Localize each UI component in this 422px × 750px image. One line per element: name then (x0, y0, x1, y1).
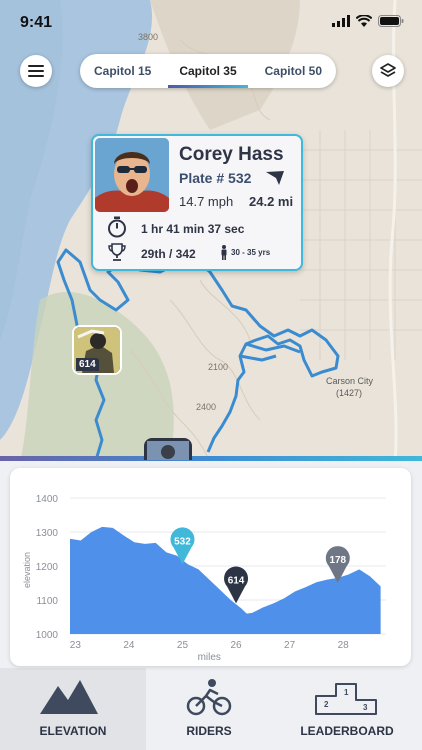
tab-leaderboard-label: LEADERBOARD (300, 724, 394, 738)
rider-pin-label: 178 (329, 555, 346, 566)
cyclist-icon (186, 679, 232, 716)
stopwatch-icon (108, 216, 126, 238)
menu-button[interactable] (20, 55, 52, 87)
y-tick-label: 1400 (36, 494, 59, 505)
rider-pin-label: 532 (174, 536, 191, 547)
bottom-tab-bar: ELEVATION RIDERS 1 2 3 LEADERBOARD (0, 668, 422, 750)
podium-second: 2 (324, 700, 329, 709)
tab-riders-label: RIDERS (186, 724, 232, 738)
podium-icon: 1 2 3 (315, 683, 377, 715)
x-tick-label: 23 (70, 640, 82, 651)
map-label: 2100 (208, 362, 228, 372)
y-tick-label: 1200 (36, 562, 59, 573)
map-layers-button[interactable] (372, 55, 404, 87)
tab-elevation[interactable]: ELEVATION (0, 668, 146, 750)
map-label: 2400 (196, 402, 216, 412)
x-axis-label: miles (198, 652, 221, 663)
x-tick-label: 24 (123, 640, 135, 651)
race-selector[interactable]: Capitol 15 Capitol 35 Capitol 50 (80, 54, 336, 88)
tab-riders[interactable]: RIDERS (146, 668, 272, 750)
y-tick-label: 1300 (36, 528, 59, 539)
tab-leaderboard[interactable]: 1 2 3 LEADERBOARD (272, 668, 422, 750)
rider-name: Corey Hass (179, 144, 284, 165)
tab-capitol-35[interactable]: Capitol 35 (175, 64, 240, 78)
status-bar: 9:41 (0, 0, 422, 44)
rider-map-marker[interactable]: 614 (72, 325, 122, 375)
x-tick-label: 28 (338, 640, 350, 651)
cellular-signal-icon (332, 15, 350, 27)
rider-info-card[interactable]: Corey Hass Plate # 532 14.7 mph 24.2 mi … (91, 134, 303, 271)
x-tick-label: 25 (177, 640, 189, 651)
tab-capitol-50[interactable]: Capitol 50 (261, 64, 326, 78)
rider-distance: 24.2 mi (249, 194, 294, 209)
y-axis-label: elevation (22, 552, 32, 588)
x-tick-label: 27 (284, 640, 296, 651)
rider-marker-plate: 614 (76, 358, 99, 371)
status-time: 9:41 (20, 14, 53, 31)
person-icon (221, 245, 227, 260)
hamburger-icon (28, 65, 44, 77)
trophy-icon (108, 243, 126, 261)
rider-photo (95, 138, 169, 212)
rider-map-marker-partial[interactable] (144, 438, 192, 460)
podium-third: 3 (363, 703, 368, 712)
elevation-chart-card: 1400 1300 1200 1100 1000 23 24 25 26 27 28 elevatio… (10, 468, 411, 666)
rider-marker-photo (147, 441, 189, 460)
battery-icon (378, 15, 404, 27)
rider-age-group: 30 - 35 yrs (231, 248, 271, 257)
rider-elapsed-time: 1 hr 41 min 37 sec (141, 222, 245, 236)
rider-pin-label: 614 (228, 575, 245, 586)
mountains-icon (40, 680, 98, 714)
rider-rank: 29th / 342 (141, 247, 196, 261)
heading-arrow-icon (266, 171, 284, 185)
rider-plate: Plate # 532 (179, 170, 252, 186)
rider-speed: 14.7 mph (179, 194, 234, 209)
y-tick-label: 1000 (36, 630, 59, 641)
elevation-chart[interactable]: 1400 1300 1200 1100 1000 23 24 25 26 27 28 elevatio… (10, 468, 411, 666)
y-tick-label: 1100 (36, 596, 58, 607)
tab-elevation-label: ELEVATION (39, 724, 107, 738)
layers-icon (380, 63, 396, 77)
x-tick-label: 26 (230, 640, 242, 651)
active-tab-indicator (168, 85, 248, 88)
tab-capitol-15[interactable]: Capitol 15 (90, 64, 155, 78)
wifi-icon (356, 15, 372, 27)
map-label-city: Carson City (326, 376, 374, 386)
podium-first: 1 (344, 688, 349, 697)
map-label-city-elevation: (1427) (336, 388, 362, 398)
